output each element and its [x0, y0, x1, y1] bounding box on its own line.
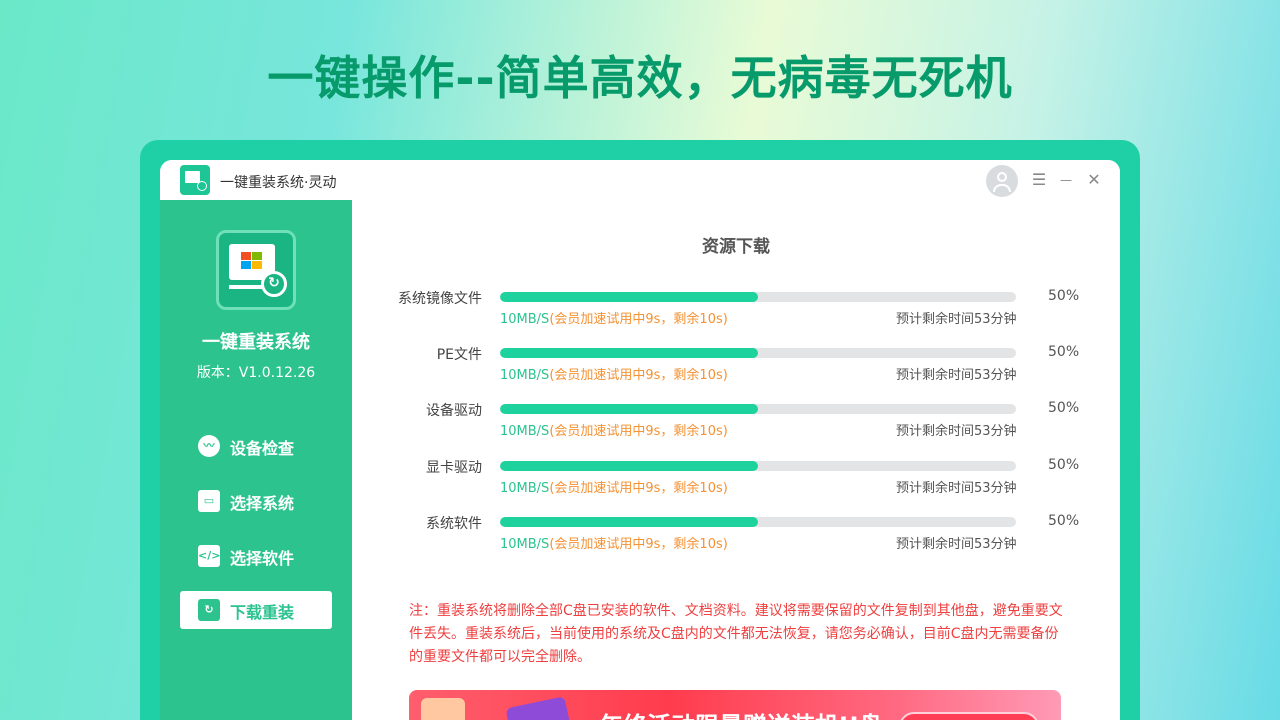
version-label: 版本：V1.0.12.26: [196, 365, 316, 381]
speed-value: 10MB/S: [500, 424, 550, 439]
usb-drive-icon: [505, 696, 573, 720]
progress-track: [500, 461, 1016, 471]
sync-icon: ↻: [261, 271, 287, 297]
time-remaining: 预计剩余时间53分钟: [896, 481, 1017, 496]
sidebar-item-select-software[interactable]: </> 选择软件: [180, 537, 332, 575]
progress-percent: 50%: [1048, 513, 1080, 529]
sidebar-app-name: 一键重装系统: [202, 332, 310, 353]
speed-value: 10MB/S: [500, 537, 550, 552]
sidebar-item-select-system[interactable]: ▭ 选择系统: [180, 482, 332, 520]
vip-trial-text: (会员加速试用中9s，剩余10s): [549, 424, 728, 439]
download-name: 设备驱动: [426, 403, 482, 419]
gift-box-icon: [421, 698, 465, 720]
app-window: 一键重装系统·灵动 ☰ — ✕ ↻ 一键重装系统 版本：V1.0.12.26 〰…: [160, 160, 1120, 720]
banner-cta-button[interactable]: [899, 712, 1039, 720]
app-logo-icon: [180, 165, 210, 195]
time-remaining: 预计剩余时间53分钟: [896, 424, 1017, 439]
sidebar-item-label: 选择系统: [230, 494, 295, 513]
app-logo: ↻: [216, 230, 296, 310]
progress-percent: 50%: [1048, 344, 1080, 360]
code-window-icon: </>: [198, 545, 220, 567]
window-title: 一键重装系统·灵动: [220, 175, 337, 191]
progress-fill: [500, 404, 758, 414]
progress-percent: 50%: [1048, 288, 1080, 304]
download-name: 系统镜像文件: [398, 291, 482, 307]
sidebar-item-download-reinstall[interactable]: ↻ 下载重装: [180, 591, 332, 629]
close-button[interactable]: ✕: [1085, 169, 1103, 191]
progress-track: [500, 292, 1016, 302]
title-bar: 一键重装系统·灵动 ☰ — ✕: [160, 160, 1120, 200]
vip-trial-text: (会员加速试用中9s，剩余10s): [549, 481, 728, 496]
speed-value: 10MB/S: [500, 481, 550, 496]
download-speed: 10MB/S(会员加速试用中9s，剩余10s): [500, 420, 728, 439]
time-remaining: 预计剩余时间53分钟: [896, 537, 1017, 552]
vip-trial-text: (会员加速试用中9s，剩余10s): [549, 537, 728, 552]
time-remaining: 预计剩余时间53分钟: [896, 312, 1017, 327]
refresh-icon: ↻: [198, 599, 220, 621]
progress-percent: 50%: [1048, 400, 1080, 416]
progress-track: [500, 348, 1016, 358]
menu-icon[interactable]: ☰: [1030, 169, 1048, 191]
sidebar-item-label: 设备检查: [230, 439, 295, 458]
progress-track: [500, 517, 1016, 527]
windows-flag-icon: [241, 252, 263, 270]
sidebar-item-label: 下载重装: [230, 603, 295, 622]
speed-value: 10MB/S: [500, 312, 550, 327]
vip-trial-text: (会员加速试用中9s，剩余10s): [549, 368, 728, 383]
download-speed: 10MB/S(会员加速试用中9s，剩余10s): [500, 364, 728, 383]
progress-percent: 50%: [1048, 457, 1080, 473]
sidebar-item-label: 选择软件: [230, 549, 295, 568]
progress-fill: [500, 292, 758, 302]
download-name: PE文件: [436, 347, 482, 363]
progress-track: [500, 404, 1016, 414]
page-title: 资源下载: [702, 237, 770, 257]
pulse-icon: 〰: [198, 435, 220, 457]
main-panel: 资源下载 系统镜像文件 50% 10MB/S(会员加速试用中9s，剩余10s) …: [352, 200, 1120, 720]
monitor-icon: ▭: [198, 490, 220, 512]
warning-note: 注：重装系统将删除全部C盘已安装的软件、文档资料。建议将需要保留的文件复制到其他…: [409, 603, 1063, 665]
progress-fill: [500, 517, 758, 527]
download-row: PE文件 50% 10MB/S(会员加速试用中9s，剩余10s) 预计剩余时间5…: [352, 344, 1120, 394]
speed-value: 10MB/S: [500, 368, 550, 383]
sidebar-item-device-check[interactable]: 〰 设备检查: [180, 427, 332, 465]
download-row: 设备驱动 50% 10MB/S(会员加速试用中9s，剩余10s) 预计剩余时间5…: [352, 400, 1120, 450]
progress-fill: [500, 348, 758, 358]
download-row: 系统软件 50% 10MB/S(会员加速试用中9s，剩余10s) 预计剩余时间5…: [352, 513, 1120, 563]
download-speed: 10MB/S(会员加速试用中9s，剩余10s): [500, 308, 728, 327]
download-row: 系统镜像文件 50% 10MB/S(会员加速试用中9s，剩余10s) 预计剩余时…: [352, 288, 1120, 338]
download-speed: 10MB/S(会员加速试用中9s，剩余10s): [500, 533, 728, 552]
download-name: 显卡驱动: [426, 460, 482, 476]
download-name: 系统软件: [426, 516, 482, 532]
banner-text: 年终活动限量赠送装机U盘: [599, 706, 883, 720]
promo-headline: 一键操作--简单高效，无病毒无死机: [267, 51, 1013, 105]
progress-fill: [500, 461, 758, 471]
vip-trial-text: (会员加速试用中9s，剩余10s): [549, 312, 728, 327]
download-speed: 10MB/S(会员加速试用中9s，剩余10s): [500, 477, 728, 496]
minimize-button[interactable]: —: [1057, 169, 1075, 191]
download-row: 显卡驱动 50% 10MB/S(会员加速试用中9s，剩余10s) 预计剩余时间5…: [352, 457, 1120, 507]
time-remaining: 预计剩余时间53分钟: [896, 368, 1017, 383]
promo-banner[interactable]: 年终活动限量赠送装机U盘: [409, 690, 1061, 720]
sidebar: ↻ 一键重装系统 版本：V1.0.12.26 〰 设备检查 ▭ 选择系统 </>…: [160, 200, 352, 720]
user-avatar-icon[interactable]: [986, 165, 1018, 197]
